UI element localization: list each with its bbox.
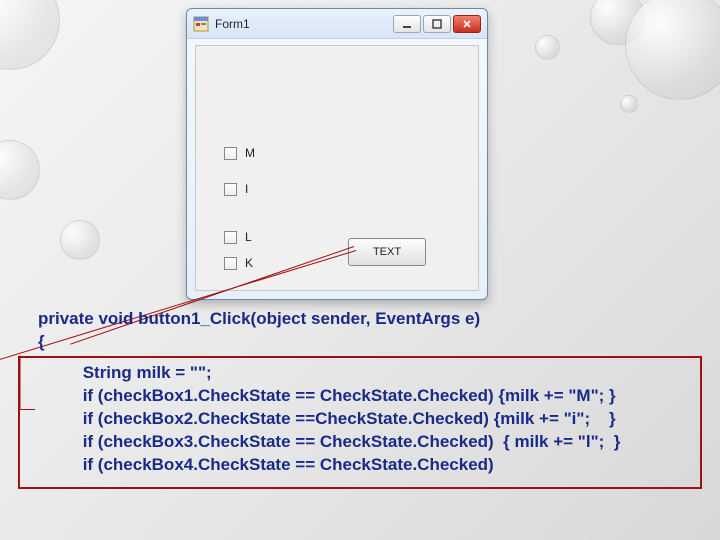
checkbox-box-icon[interactable] bbox=[224, 183, 237, 196]
decorative-bubble bbox=[60, 220, 100, 260]
text-button[interactable]: TEXT bbox=[348, 238, 426, 266]
checkbox-label: M bbox=[245, 146, 255, 160]
checkbox-k[interactable]: K bbox=[224, 256, 253, 270]
checkbox-i[interactable]: I bbox=[224, 182, 248, 196]
checkbox-box-icon[interactable] bbox=[224, 257, 237, 270]
checkbox-box-icon[interactable] bbox=[224, 231, 237, 244]
checkbox-label: L bbox=[245, 230, 252, 244]
code-line: { bbox=[38, 332, 45, 351]
window-title: Form1 bbox=[215, 17, 250, 31]
decorative-bubble bbox=[535, 35, 560, 60]
window-buttons bbox=[393, 15, 481, 33]
decorative-bubble bbox=[620, 95, 638, 113]
form-icon bbox=[193, 16, 209, 32]
code-body-box: String milk = ""; if (checkBox1.CheckSta… bbox=[18, 356, 702, 489]
minimize-button[interactable] bbox=[393, 15, 421, 33]
code-body: String milk = ""; if (checkBox1.CheckSta… bbox=[26, 363, 620, 474]
form-client-area: M I L K TEXT bbox=[195, 45, 479, 291]
checkbox-m[interactable]: M bbox=[224, 146, 255, 160]
checkbox-l[interactable]: L bbox=[224, 230, 252, 244]
titlebar[interactable]: Form1 bbox=[187, 9, 487, 39]
checkbox-label: I bbox=[245, 182, 248, 196]
decorative-bubble bbox=[0, 140, 40, 200]
code-line: private void button1_Click(object sender… bbox=[38, 309, 480, 328]
code-signature: private void button1_Click(object sender… bbox=[18, 308, 702, 354]
code-region: private void button1_Click(object sender… bbox=[18, 308, 702, 489]
button-label: TEXT bbox=[373, 246, 401, 258]
checkbox-label: K bbox=[245, 256, 253, 270]
maximize-button[interactable] bbox=[423, 15, 451, 33]
decorative-bubble bbox=[0, 0, 60, 70]
decorative-bubble bbox=[625, 0, 720, 100]
close-button[interactable] bbox=[453, 15, 481, 33]
checkbox-box-icon[interactable] bbox=[224, 147, 237, 160]
